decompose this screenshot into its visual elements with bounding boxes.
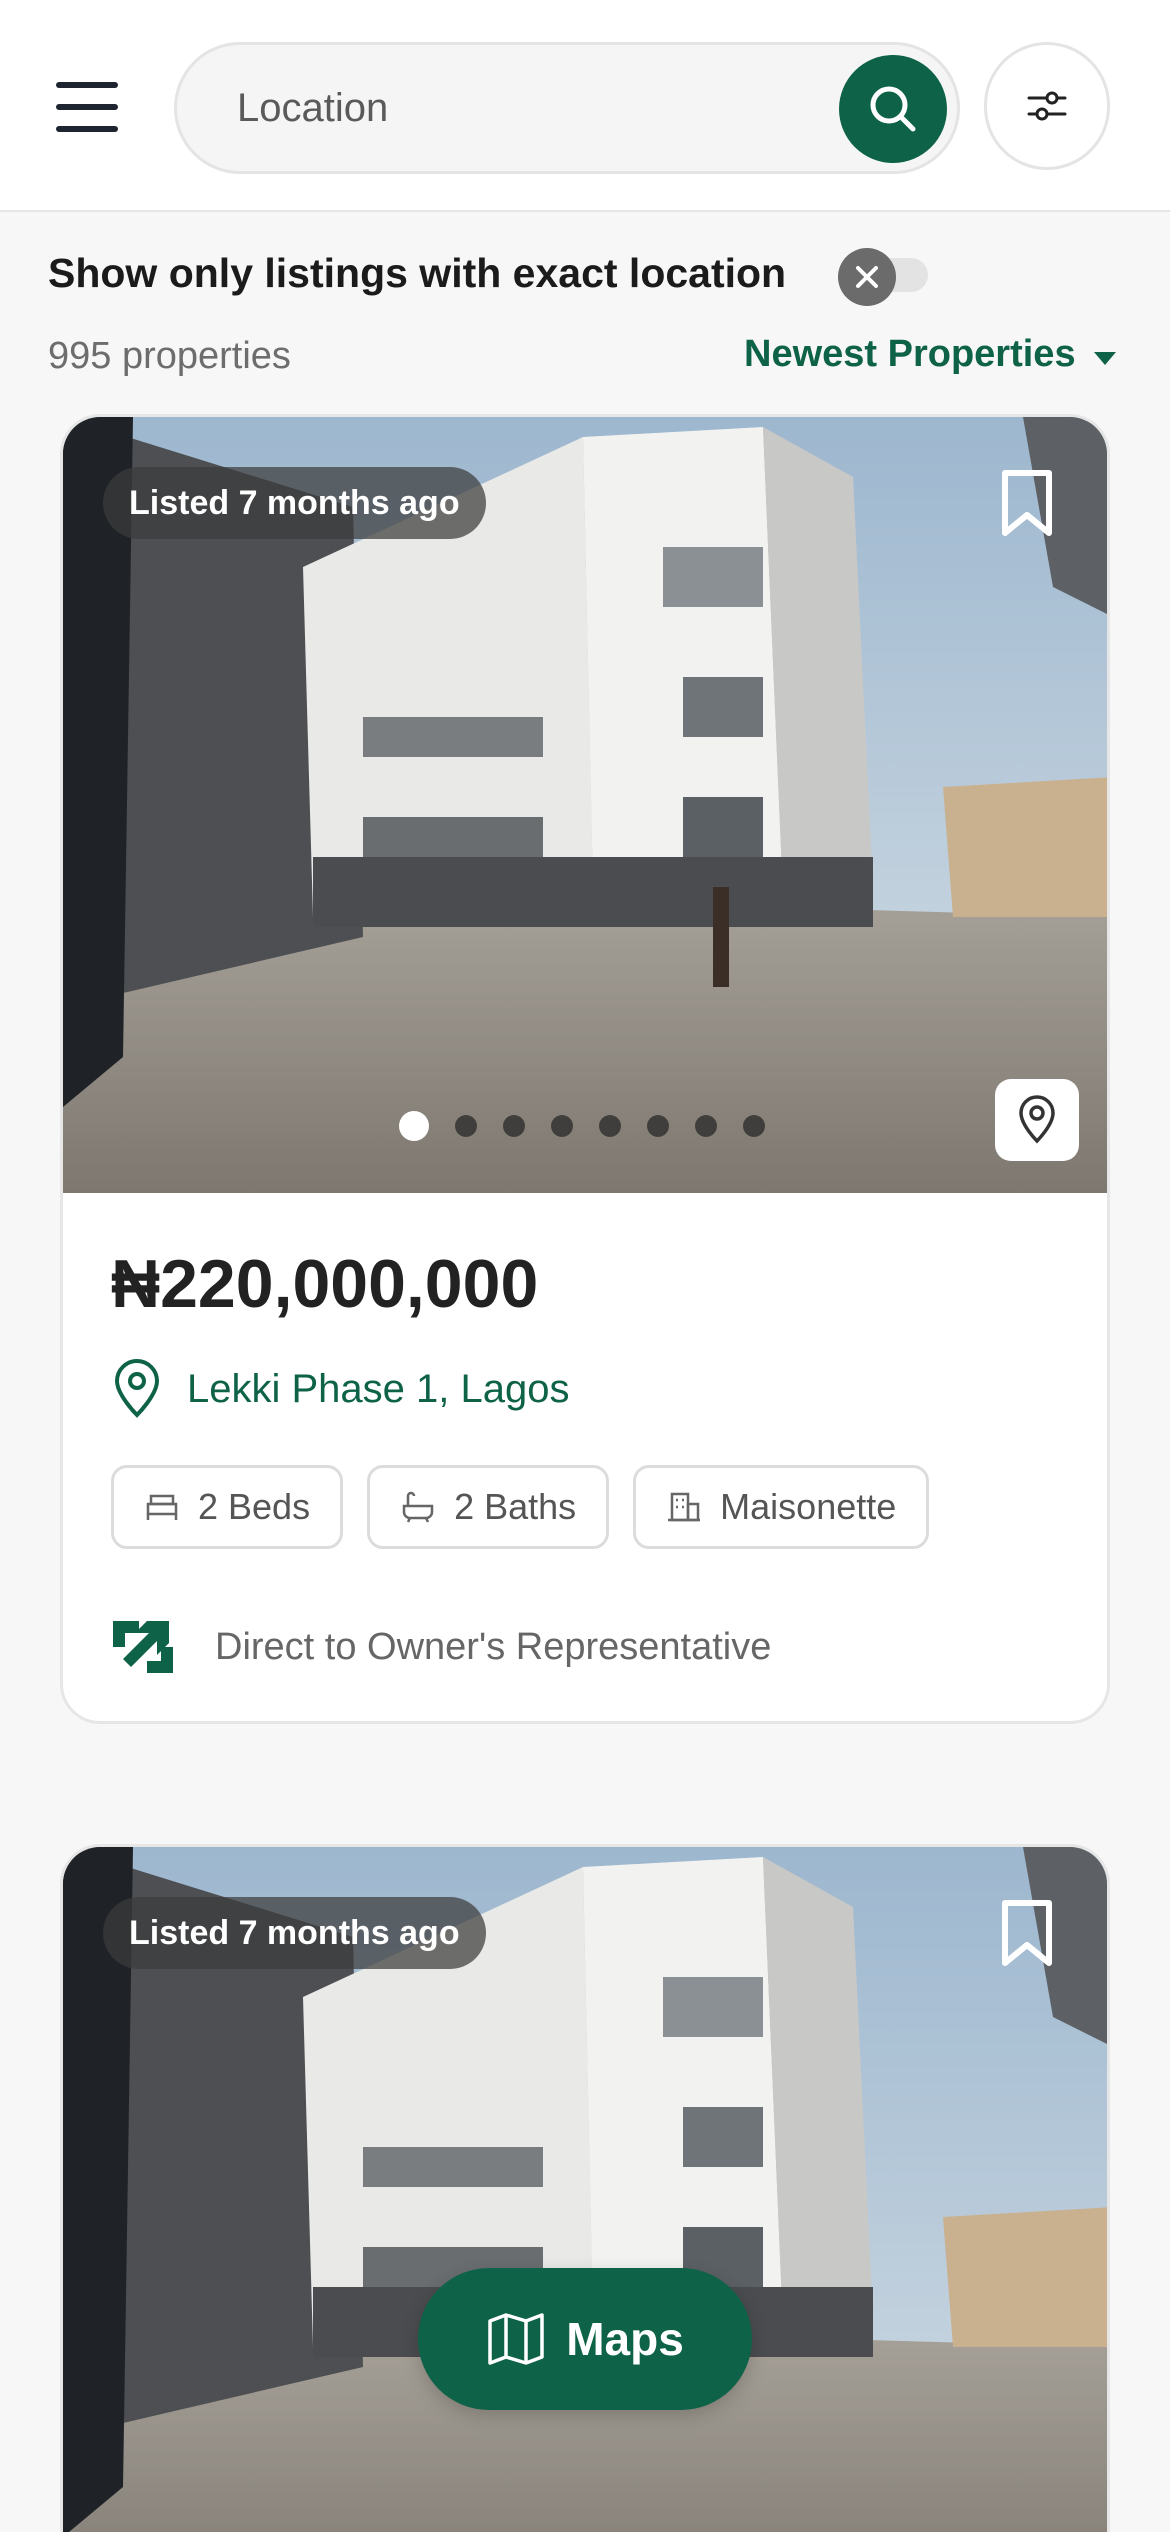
filter-button[interactable] <box>984 42 1110 170</box>
listing-photo[interactable]: Listed 7 months ago <box>63 417 1107 1193</box>
listing-location[interactable]: Lekki Phase 1, Lagos <box>111 1357 569 1421</box>
sort-dropdown[interactable]: Newest Properties <box>744 333 1076 376</box>
pagination-dot[interactable] <box>695 1115 717 1137</box>
listing-card[interactable]: Listed 7 months ago ₦220,000,000 Lekki P… <box>60 414 1110 1724</box>
close-icon <box>856 266 878 288</box>
exact-location-row: Show only listings with exact location <box>48 240 1128 310</box>
listing-photo[interactable]: Listed 7 months ago <box>63 1847 1107 2532</box>
direct-owner-logo-icon <box>113 1621 173 1673</box>
location-search-input[interactable] <box>237 73 797 143</box>
pagination-dot[interactable] <box>647 1115 669 1137</box>
toggle-knob <box>838 248 896 306</box>
search-icon <box>870 86 916 132</box>
pagination-dot[interactable] <box>455 1115 477 1137</box>
chevron-down-icon[interactable] <box>1094 352 1116 365</box>
exact-location-label: Show only listings with exact location <box>48 250 787 296</box>
exact-location-toggle[interactable] <box>838 248 932 306</box>
pagination-dot[interactable] <box>551 1115 573 1137</box>
listing-source: Direct to Owner's Representative <box>111 1611 771 1683</box>
map-icon <box>488 2313 544 2365</box>
property-type-chip: Maisonette <box>633 1465 930 1549</box>
pagination-dot[interactable] <box>399 1111 429 1141</box>
pagination-dot[interactable] <box>743 1115 765 1137</box>
maps-button-label: Maps <box>566 2313 684 2365</box>
baths-chip: 2 Baths <box>367 1465 610 1549</box>
listing-features: 2 Beds 2 Baths Maisonette <box>111 1465 953 1549</box>
bed-icon <box>146 1494 178 1520</box>
listed-badge: Listed 7 months ago <box>103 1897 486 1969</box>
property-type-label: Maisonette <box>720 1486 897 1527</box>
beds-label: 2 Beds <box>198 1486 311 1527</box>
result-count: 995 properties <box>48 335 291 377</box>
beds-chip: 2 Beds <box>111 1465 344 1549</box>
search-bar[interactable] <box>174 42 960 174</box>
listing-source-text: Direct to Owner's Representative <box>215 1625 772 1668</box>
search-button[interactable] <box>839 55 947 163</box>
baths-label: 2 Baths <box>454 1486 577 1527</box>
sliders-icon <box>1027 91 1067 121</box>
listing-location-text[interactable]: Lekki Phase 1, Lagos <box>187 1367 569 1412</box>
listing-price: ₦220,000,000 <box>111 1246 539 1322</box>
listed-badge: Listed 7 months ago <box>103 467 486 539</box>
photo-pagination <box>399 1111 791 1141</box>
pagination-dot[interactable] <box>599 1115 621 1137</box>
pagination-dot[interactable] <box>503 1115 525 1137</box>
top-header <box>0 0 1170 212</box>
map-pin-icon <box>1019 1095 1055 1144</box>
bookmark-icon[interactable] <box>999 1899 1055 1969</box>
show-on-map-button[interactable] <box>995 1079 1079 1161</box>
hamburger-icon[interactable] <box>56 82 118 132</box>
bookmark-icon[interactable] <box>999 469 1055 539</box>
maps-button[interactable]: Maps <box>418 2268 752 2410</box>
listing-card[interactable]: Listed 7 months ago <box>60 1844 1110 2532</box>
map-pin-icon <box>114 1359 160 1418</box>
bathtub-icon <box>402 1491 434 1523</box>
building-icon <box>668 1492 701 1522</box>
